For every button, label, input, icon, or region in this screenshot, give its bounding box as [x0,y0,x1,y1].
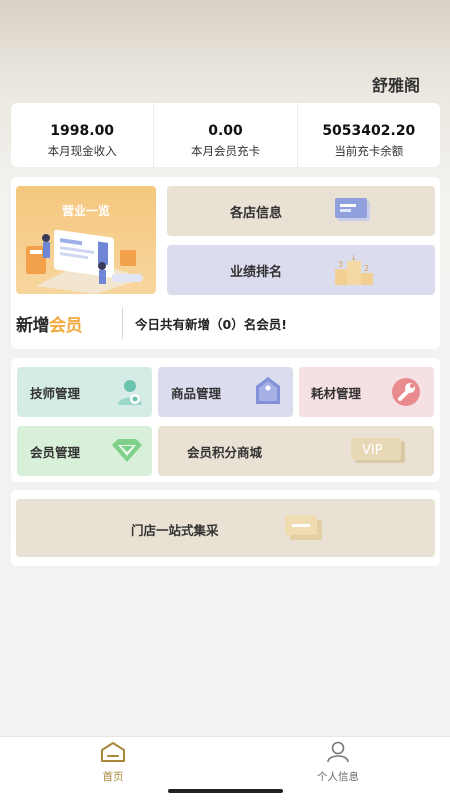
business-card: 营业一览 各店信息 业绩排名 3 1 2 新增会员 今日共有新增（0）名会员! [11,177,440,349]
product-management-label: 商品管理 [171,385,222,401]
shop-name: 舒雅阁 [371,76,420,95]
stat-label: 本月现金收入 [47,144,117,158]
stats-panel: 1998.00 本月现金收入 0.00 本月会员充卡 5053402.20 当前… [11,103,440,167]
performance-ranking-button[interactable]: 业绩排名 3 1 2 [167,245,435,295]
dashboard-illustration-icon [26,229,146,294]
consumable-management-button[interactable]: 耗材管理 [299,367,434,417]
id-card-icon [335,198,370,221]
new-member-logo-part1: 新增 [16,316,50,336]
svg-text:1: 1 [351,255,356,262]
wrench-icon [392,378,420,406]
ranking-label: 业绩排名 [230,264,283,280]
stat-value: 5053402.20 [322,123,416,139]
tag-icon [256,377,280,404]
podium-icon: 3 1 2 [335,255,373,285]
member-management-button[interactable]: 会员管理 [17,426,152,476]
technician-management-label: 技师管理 [30,385,81,401]
new-member-logo: 新增会员 [16,311,83,336]
technician-icon [118,380,142,405]
tab-profile[interactable]: 个人信息 [298,741,378,784]
member-management-label: 会员管理 [30,444,81,460]
one-stop-purchase-button[interactable]: 门店一站式集采 [16,499,435,557]
tab-home[interactable]: 首页 [73,741,153,784]
diamond-icon [112,439,142,462]
points-mall-label: 会员积分商城 [187,444,263,460]
tab-home-label: 首页 [102,771,124,783]
technician-management-button[interactable]: 技师管理 [17,367,152,417]
divider [122,307,123,339]
store-info-label: 各店信息 [230,205,283,221]
consumable-management-label: 耗材管理 [311,385,362,401]
points-mall-button[interactable]: 会员积分商城 VIP [158,426,434,476]
business-overview-button[interactable]: 营业一览 [16,186,156,294]
home-icon [101,742,125,762]
purchase-card: 门店一站式集采 [11,490,440,566]
empty-area [0,624,450,736]
svg-text:2: 2 [364,264,369,273]
new-member-logo-part2: 会员 [49,316,83,336]
tab-profile-label: 个人信息 [317,771,359,783]
vip-icon: VIP [351,438,405,463]
home-indicator [168,789,283,793]
vip-text: VIP [362,443,383,458]
stat-member-recharge[interactable]: 0.00 本月会员充卡 [154,103,298,167]
store-info-button[interactable]: 各店信息 [167,186,435,236]
new-member-text: 今日共有新增（0）名会员! [135,317,287,332]
svg-text:3: 3 [338,260,343,269]
stat-card-balance[interactable]: 5053402.20 当前充卡余额 [298,103,440,167]
user-icon [327,741,349,763]
stat-label: 当前充卡余额 [334,144,404,158]
management-card: 技师管理 商品管理 耗材管理 会员管理 会员积分商城 VIP [11,358,440,482]
stat-cash-income[interactable]: 1998.00 本月现金收入 [11,103,155,167]
card-icon [285,515,322,540]
stat-value: 0.00 [208,123,243,139]
stat-value: 1998.00 [50,123,115,139]
stat-label: 本月会员充卡 [190,144,260,158]
purchase-label: 门店一站式集采 [131,523,219,538]
product-management-button[interactable]: 商品管理 [158,367,293,417]
